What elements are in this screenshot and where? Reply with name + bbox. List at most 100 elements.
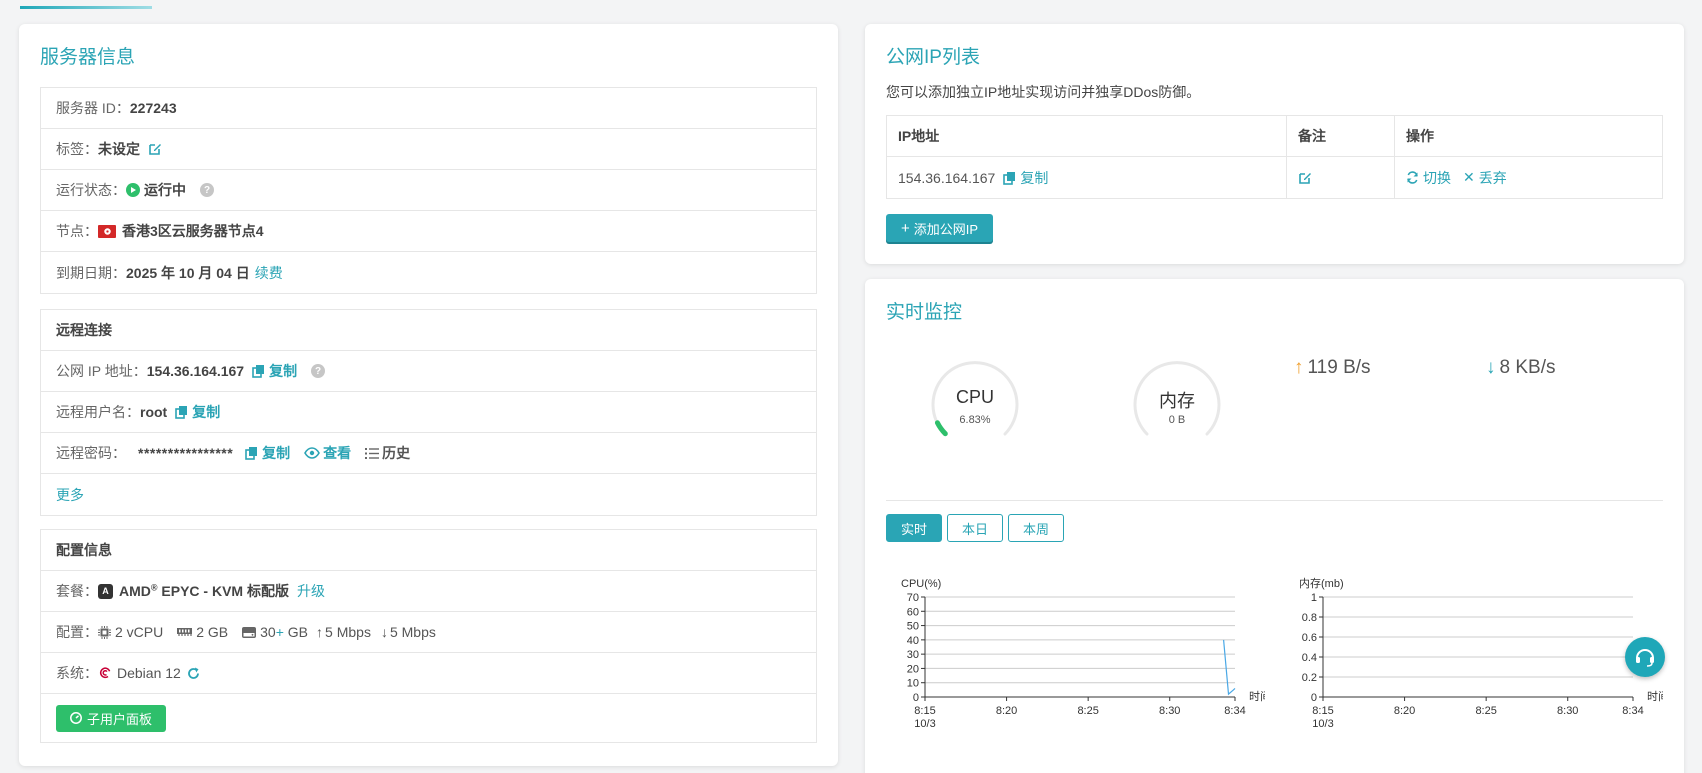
ip-header-actions: 操作 (1406, 128, 1434, 144)
spec-label: 配置： (56, 624, 98, 640)
os-row: 系统： Debian 12 (41, 653, 816, 694)
upgrade-link[interactable]: 升级 (297, 581, 325, 601)
ip-list-description: 您可以添加独立IP地址实现访问并独享DDos防御。 (886, 84, 1201, 100)
amd-logo-icon: A (98, 583, 113, 599)
x-sub-label: 10/3 (1312, 718, 1333, 730)
ip-header-note: 备注 (1287, 116, 1395, 156)
eye-icon (304, 447, 321, 459)
close-icon: ✕ (1463, 169, 1475, 185)
cpu-value: 2 vCPU (115, 624, 164, 640)
disk-icon (242, 626, 257, 638)
panel-button-row: 子用户面板 (41, 694, 816, 742)
x-tick-label: 8:20 (1394, 705, 1415, 717)
remote-password-label: 远程密码： (56, 445, 126, 461)
tab-today[interactable]: 本日 (947, 514, 1004, 542)
bandwidth-down-value: 5 Mbps (389, 624, 436, 640)
more-row: 更多 (41, 474, 816, 515)
time-range-tabs: 实时 本日 本周 (886, 514, 1065, 542)
upload-speed: ↑ 119 B/s (1294, 357, 1371, 379)
x-tick-label: 8:30 (1557, 705, 1578, 717)
reinstall-refresh-icon[interactable] (187, 667, 200, 680)
copy-ip-label: 复制 (1020, 169, 1049, 186)
y-tick-label: 0.8 (1302, 612, 1317, 624)
cpu-gauge: CPU 6.83% (925, 354, 1025, 454)
y-tick-label: 0.2 (1302, 672, 1317, 684)
server-id-label: 服务器 ID： (56, 100, 130, 116)
arrow-up-icon: ↑ (316, 624, 324, 640)
series-line (1223, 639, 1236, 696)
help-icon[interactable]: ? (311, 364, 326, 378)
x-tick-label: 8:15 (1312, 705, 1333, 717)
status-value: 运行中 (144, 182, 186, 198)
memory-gauge-value: 0 B (1168, 414, 1186, 426)
x-tick-label: 8:25 (1077, 705, 1098, 717)
sub-user-panel-button[interactable]: 子用户面板 (56, 704, 167, 732)
ip-note-cell (1287, 157, 1395, 198)
headset-icon (1636, 649, 1654, 667)
ram-value: 2 GB (196, 624, 229, 640)
tag-label: 标签： (56, 141, 98, 157)
y-tick-label: 20 (907, 663, 919, 675)
cpu-gauge-value: 6.83% (959, 414, 991, 426)
sub-user-panel-label: 子用户面板 (87, 711, 153, 727)
y-axis-label: 内存(mb) (1299, 576, 1344, 590)
ip-table: IP地址 备注 操作 154.36.164.167 复制 切换 ✕ 丢弃 (886, 115, 1663, 199)
switch-ip-button[interactable]: 切换 (1406, 168, 1451, 188)
y-tick-label: 60 (907, 606, 919, 618)
renew-link[interactable]: 续费 (255, 263, 283, 283)
tag-row: 标签： 未设定 (41, 129, 816, 170)
copy-password-button[interactable]: 复制 (245, 443, 290, 463)
server-id-row: 服务器 ID： 227243 (41, 88, 816, 129)
expire-label: 到期日期： (56, 264, 126, 281)
tab-week[interactable]: 本周 (1008, 514, 1065, 542)
x-sub-label: 10/3 (914, 718, 935, 730)
copy-ip-button[interactable]: 复制 (1003, 168, 1048, 188)
remote-title: 远程连接 (41, 310, 816, 351)
customer-support-button[interactable] (1625, 637, 1665, 677)
x-tick-label: 8:34 (1224, 705, 1245, 717)
y-tick-label: 40 (907, 635, 919, 647)
public-ip-list-card: 公网IP列表 您可以添加独立IP地址实现访问并独享DDos防御。 IP地址 备注… (865, 24, 1684, 264)
more-link[interactable]: 更多 (56, 485, 84, 505)
help-icon[interactable]: ? (200, 183, 214, 197)
copy-password-label: 复制 (262, 445, 291, 461)
refresh-icon (1407, 171, 1418, 184)
config-title: 配置信息 (41, 530, 816, 571)
discard-ip-button[interactable]: ✕ 丢弃 (1463, 168, 1507, 188)
plan-label: 套餐： (56, 583, 98, 599)
ip-header-address: IP地址 (887, 116, 1287, 156)
x-axis-label: 时间 (1249, 690, 1265, 703)
upload-value: 119 B/s (1307, 357, 1371, 378)
y-tick-label: 70 (907, 592, 919, 604)
download-speed: ↓ 8 KB/s (1486, 357, 1555, 379)
ip-table-header: IP地址 备注 操作 (887, 116, 1662, 157)
y-tick-label: 30 (907, 649, 919, 661)
node-value: 香港3区云服务器节点4 (122, 223, 264, 239)
password-history-button[interactable]: 历史 (365, 443, 410, 463)
node-label: 节点： (56, 223, 98, 239)
server-basic-section: 服务器 ID： 227243 标签： 未设定 运行状态： 运行中 ? 节点： 香… (40, 87, 817, 294)
y-tick-label: 10 (907, 678, 919, 690)
edit-icon[interactable] (148, 142, 162, 156)
ip-address-value: 154.36.164.167 (898, 169, 996, 186)
dashboard-icon (70, 712, 82, 724)
edit-icon[interactable] (1298, 171, 1312, 185)
copy-user-button[interactable]: 复制 (175, 402, 220, 422)
realtime-monitor-card: 实时监控 CPU 6.83% 内存 0 B ↑ 119 B/s ↓ 8 KB/s… (865, 279, 1684, 773)
monitor-title: 实时监控 (886, 302, 963, 323)
x-tick-label: 8:30 (1159, 705, 1180, 717)
add-public-ip-button[interactable]: + 添加公网IP (886, 214, 994, 242)
view-password-label: 查看 (323, 445, 352, 461)
play-icon (126, 183, 140, 197)
view-password-button[interactable]: 查看 (304, 443, 351, 463)
expire-row: 到期日期： 2025 年 10 月 04 日 续费 (41, 252, 816, 293)
copy-ip-button[interactable]: 复制 (252, 361, 297, 381)
plus-icon: + (901, 219, 910, 237)
x-tick-label: 8:34 (1622, 705, 1643, 717)
remote-password-value: **************** (138, 445, 234, 461)
os-label: 系统： (56, 665, 98, 681)
tab-realtime[interactable]: 实时 (886, 514, 943, 542)
node-row: 节点： 香港3区云服务器节点4 (41, 211, 816, 252)
spec-row: 配置： 2 vCPU 2 GB 30+ GB ↑ 5 Mbps ↓ 5 Mbps (41, 612, 816, 653)
disk-value: 30+ GB (260, 624, 309, 640)
